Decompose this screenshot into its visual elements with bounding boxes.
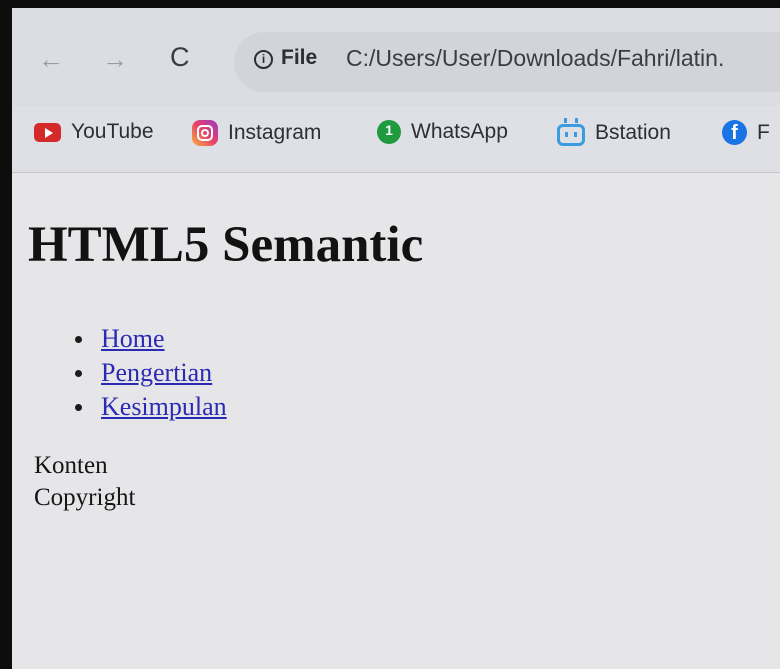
list-item: Home [67,322,227,356]
browser-window: ← → C i File C:/Users/User/Downloads/Fah… [12,8,780,669]
bstation-icon [557,118,585,146]
url-text[interactable]: C:/Users/User/Downloads/Fahri/latin. [346,45,724,72]
instagram-icon [192,120,218,146]
page-content: HTML5 Semantic Home Pengertian Kesimpula… [12,172,780,669]
bookmark-label: WhatsApp [411,120,508,143]
address-bar[interactable]: i File C:/Users/User/Downloads/Fahri/lat… [234,32,780,92]
youtube-icon [34,122,61,142]
content-text: Konten [34,452,108,479]
whatsapp-icon [377,120,401,144]
bookmark-bstation[interactable]: Bstation [557,118,671,146]
page-heading: HTML5 Semantic [28,217,424,273]
nav-link-home[interactable]: Home [101,324,165,353]
forward-arrow-icon[interactable]: → [102,46,128,72]
bookmark-label: Bstation [595,121,671,144]
browser-toolbar: ← → C i File C:/Users/User/Downloads/Fah… [12,8,780,106]
bookmark-whatsapp[interactable]: WhatsApp [377,120,508,144]
list-item: Kesimpulan [67,390,227,424]
back-arrow-icon[interactable]: ← [38,46,64,72]
url-scheme-label[interactable]: File [281,46,317,70]
page-nav-list: Home Pengertian Kesimpulan [67,322,227,424]
list-item: Pengertian [67,356,227,390]
bookmark-label: Instagram [228,121,322,144]
bookmark-label: YouTube [71,120,154,143]
bookmark-youtube[interactable]: YouTube [34,120,154,144]
site-info-icon[interactable]: i [254,50,273,69]
footer-copyright: Copyright [34,484,136,511]
bookmark-facebook[interactable]: f F [722,120,770,145]
bookmark-label: F [757,120,770,144]
bookmark-instagram[interactable]: Instagram [192,120,321,146]
facebook-icon: f [722,120,747,145]
reload-icon[interactable]: C [170,44,190,71]
nav-link-kesimpulan[interactable]: Kesimpulan [101,392,227,421]
nav-link-pengertian[interactable]: Pengertian [101,358,212,387]
